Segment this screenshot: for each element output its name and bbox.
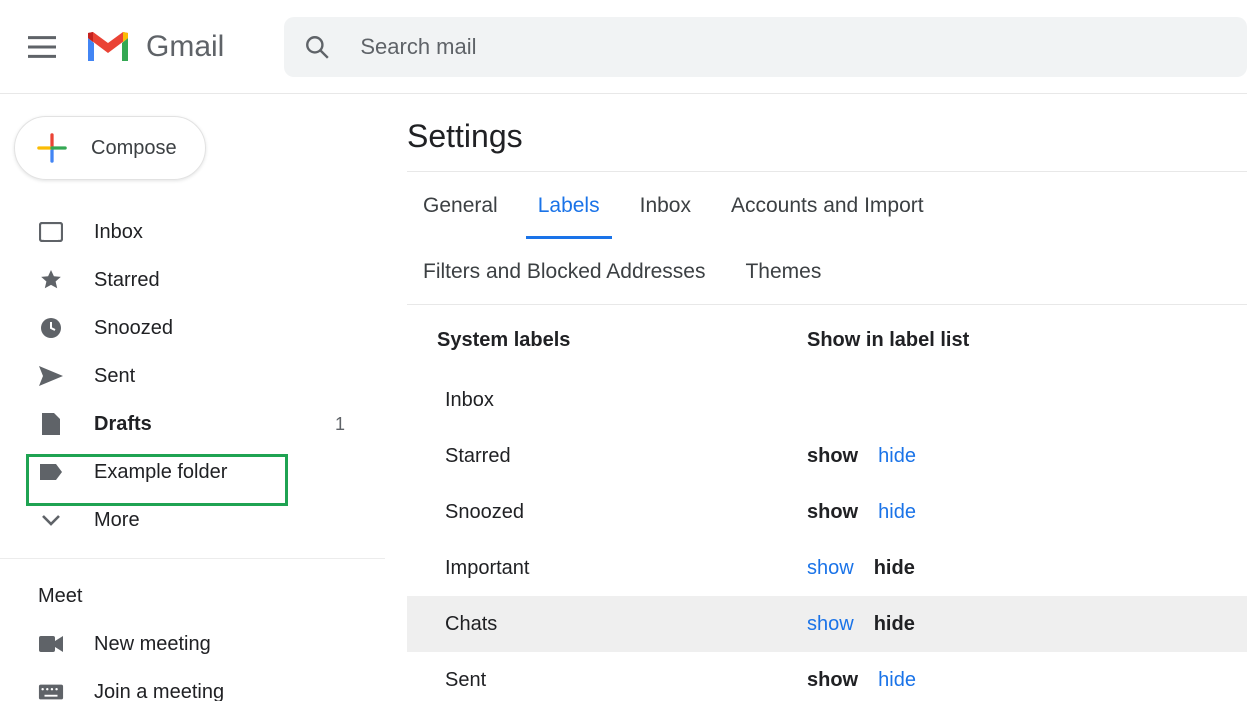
label-name: Inbox — [445, 389, 807, 412]
hide-link[interactable]: hide — [874, 613, 915, 636]
gmail-brand-text: Gmail — [146, 30, 224, 64]
page-title: Settings — [407, 118, 1247, 155]
star-icon — [38, 268, 64, 292]
nav-list: Inbox Starred Snoozed Sent Drafts 1 Example fo… — [0, 208, 385, 544]
search-bar[interactable] — [284, 17, 1247, 77]
sidebar-item-sent[interactable]: Sent — [0, 352, 385, 400]
meet-item-join-a-meeting[interactable]: Join a meeting — [0, 668, 385, 701]
label-name: Snoozed — [445, 501, 807, 524]
hide-link[interactable]: hide — [878, 445, 916, 468]
hide-link[interactable]: hide — [874, 557, 915, 580]
tab-inbox[interactable]: Inbox — [624, 172, 707, 238]
show-link[interactable]: show — [807, 445, 858, 468]
main-content: Settings GeneralLabelsInboxAccounts and … — [385, 94, 1247, 701]
label-actions: show hide — [807, 445, 1247, 468]
label-actions: show hide — [807, 501, 1247, 524]
keyboard-icon — [38, 683, 64, 701]
sidebar-item-example-folder[interactable]: Example folder — [0, 448, 385, 496]
sidebar-item-more[interactable]: More — [0, 496, 385, 544]
label-name: Important — [445, 557, 807, 580]
tab-themes[interactable]: Themes — [729, 238, 837, 304]
tab-filters-and-blocked-addresses[interactable]: Filters and Blocked Addresses — [407, 238, 721, 304]
header: Gmail — [0, 0, 1247, 94]
sidebar-item-label: More — [94, 509, 140, 532]
show-link[interactable]: show — [807, 557, 854, 580]
sidebar-item-badge: 1 — [335, 414, 345, 435]
label-name: Chats — [445, 613, 807, 636]
compose-plus-icon — [37, 133, 67, 163]
hide-link[interactable]: hide — [878, 501, 916, 524]
sidebar-item-starred[interactable]: Starred — [0, 256, 385, 304]
sidebar-item-label: Snoozed — [94, 317, 173, 340]
gmail-logo-icon — [84, 29, 132, 65]
label-actions: show hide — [807, 669, 1247, 692]
label-row-inbox: Inbox — [407, 372, 1247, 428]
tab-accounts-and-import[interactable]: Accounts and Import — [715, 172, 940, 238]
sidebar-item-label: Example folder — [94, 461, 227, 484]
send-icon — [38, 365, 64, 387]
sidebar-item-snoozed[interactable]: Snoozed — [0, 304, 385, 352]
gmail-logo[interactable]: Gmail — [84, 29, 224, 65]
show-link[interactable]: show — [807, 613, 854, 636]
tab-general[interactable]: General — [407, 172, 514, 238]
inbox-icon — [38, 222, 64, 242]
label-row-important: Importantshow hide — [407, 540, 1247, 596]
label-row-chats: Chatsshow hide — [407, 596, 1247, 652]
show-link[interactable]: show — [807, 669, 858, 692]
sidebar-item-label: Sent — [94, 365, 135, 388]
label-row-starred: Starredshow hide — [407, 428, 1247, 484]
labels-table: System labels Show in label list Inbox St… — [407, 307, 1247, 701]
main-menu-button[interactable] — [28, 36, 56, 58]
column-header-system-labels: System labels — [437, 329, 807, 352]
hide-link[interactable]: hide — [878, 669, 916, 692]
column-header-show-in-list: Show in label list — [807, 329, 1247, 352]
show-link[interactable]: show — [807, 501, 858, 524]
settings-tabs: GeneralLabelsInboxAccounts and ImportFil… — [407, 172, 1247, 304]
label-actions: show hide — [807, 557, 1247, 580]
compose-label: Compose — [91, 137, 177, 160]
table-header: System labels Show in label list — [407, 307, 1247, 372]
hamburger-icon — [28, 36, 56, 58]
sidebar-item-inbox[interactable]: Inbox — [0, 208, 385, 256]
tag-icon — [38, 463, 64, 481]
label-name: Starred — [445, 445, 807, 468]
meet-item-label: Join a meeting — [94, 681, 224, 701]
search-input[interactable] — [358, 33, 1227, 61]
compose-button[interactable]: Compose — [14, 116, 206, 180]
tab-labels[interactable]: Labels — [522, 172, 616, 238]
file-icon — [38, 412, 64, 436]
video-icon — [38, 635, 64, 653]
meet-item-label: New meeting — [94, 633, 211, 656]
sidebar-item-drafts[interactable]: Drafts 1 — [0, 400, 385, 448]
meet-item-new-meeting[interactable]: New meeting — [0, 620, 385, 668]
chevron-icon — [38, 513, 64, 527]
label-row-sent: Sentshow hide — [407, 652, 1247, 701]
meet-section-title: Meet — [0, 559, 385, 620]
search-icon — [304, 34, 330, 60]
sidebar: Compose Inbox Starred Snoozed Sent Drafts 1 Ex… — [0, 94, 385, 701]
sidebar-item-label: Drafts — [94, 413, 152, 436]
label-name: Sent — [445, 669, 807, 692]
label-row-snoozed: Snoozedshow hide — [407, 484, 1247, 540]
label-actions: show hide — [807, 613, 1247, 636]
clock-icon — [38, 316, 64, 340]
sidebar-item-label: Inbox — [94, 221, 143, 244]
sidebar-item-label: Starred — [94, 269, 160, 292]
